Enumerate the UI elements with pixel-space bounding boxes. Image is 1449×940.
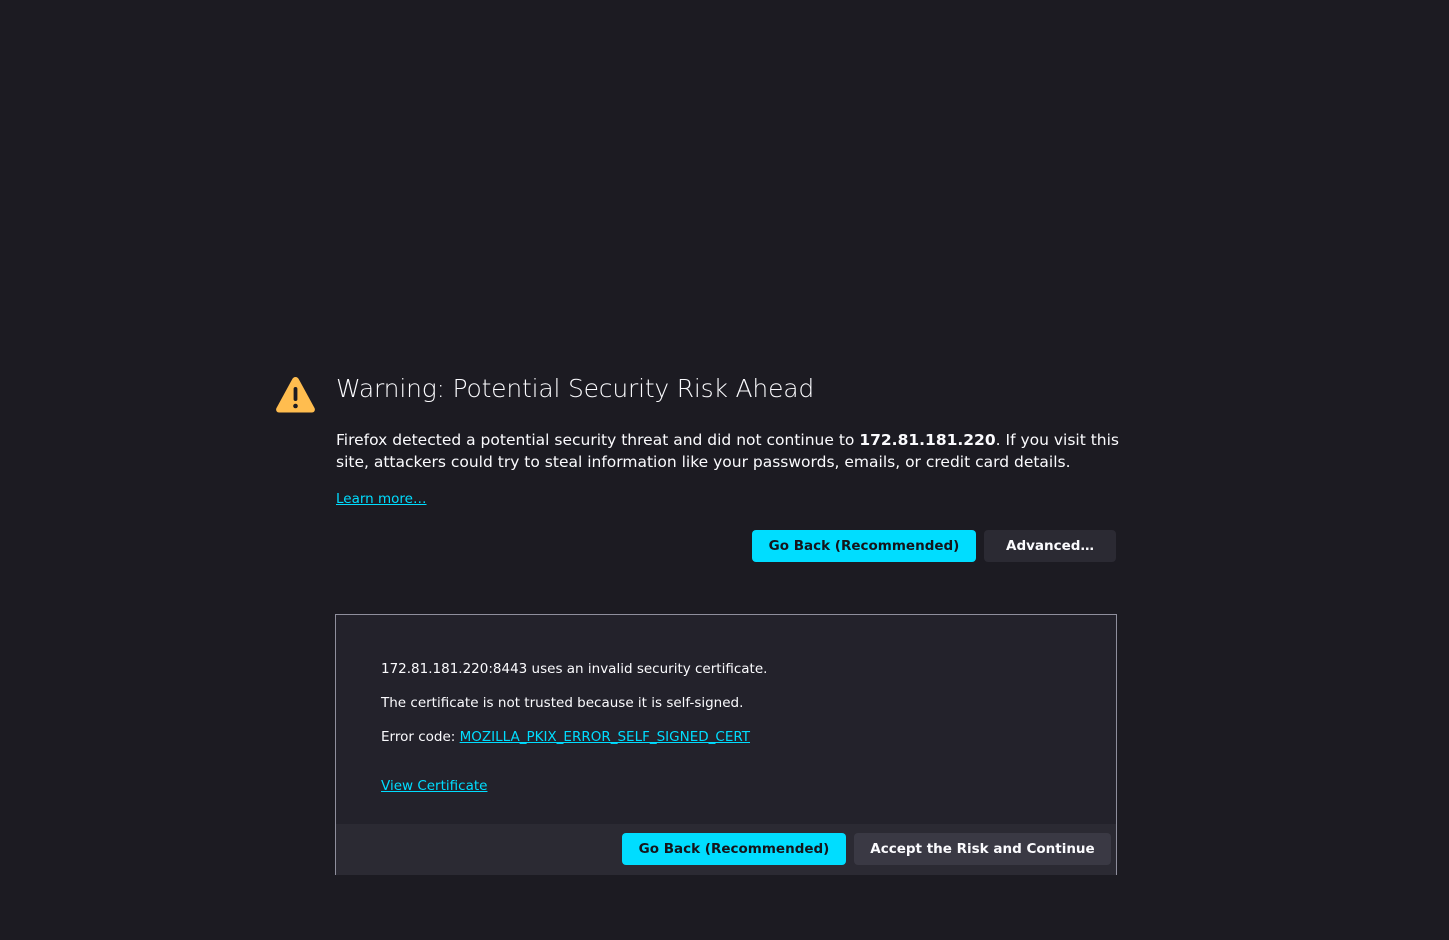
invalid-cert-text: 172.81.181.220:8443 uses an invalid secu… bbox=[381, 661, 768, 677]
accept-risk-button[interactable]: Accept the Risk and Continue bbox=[854, 833, 1111, 865]
error-description: Firefox detected a potential security th… bbox=[336, 429, 1126, 473]
error-code-link[interactable]: MOZILLA_PKIX_ERROR_SELF_SIGNED_CERT bbox=[460, 729, 750, 745]
self-signed-text: The certificate is not trusted because i… bbox=[381, 695, 744, 711]
description-host: 172.81.181.220 bbox=[859, 431, 996, 449]
error-code-label: Error code: bbox=[381, 729, 460, 745]
error-page: Warning: Potential Security Risk Ahead F… bbox=[0, 0, 1449, 940]
go-back-button[interactable]: Go Back (Recommended) bbox=[752, 530, 976, 562]
view-certificate-link[interactable]: View Certificate bbox=[381, 778, 487, 794]
error-code-row: Error code: MOZILLA_PKIX_ERROR_SELF_SIGN… bbox=[381, 729, 750, 745]
learn-more-link[interactable]: Learn more… bbox=[336, 491, 427, 507]
go-back-button-secondary[interactable]: Go Back (Recommended) bbox=[622, 833, 846, 865]
advanced-button[interactable]: Advanced… bbox=[984, 530, 1116, 562]
description-text: Firefox detected a potential security th… bbox=[336, 431, 860, 449]
page-title: Warning: Potential Security Risk Ahead bbox=[336, 374, 815, 403]
warning-icon bbox=[276, 377, 315, 413]
